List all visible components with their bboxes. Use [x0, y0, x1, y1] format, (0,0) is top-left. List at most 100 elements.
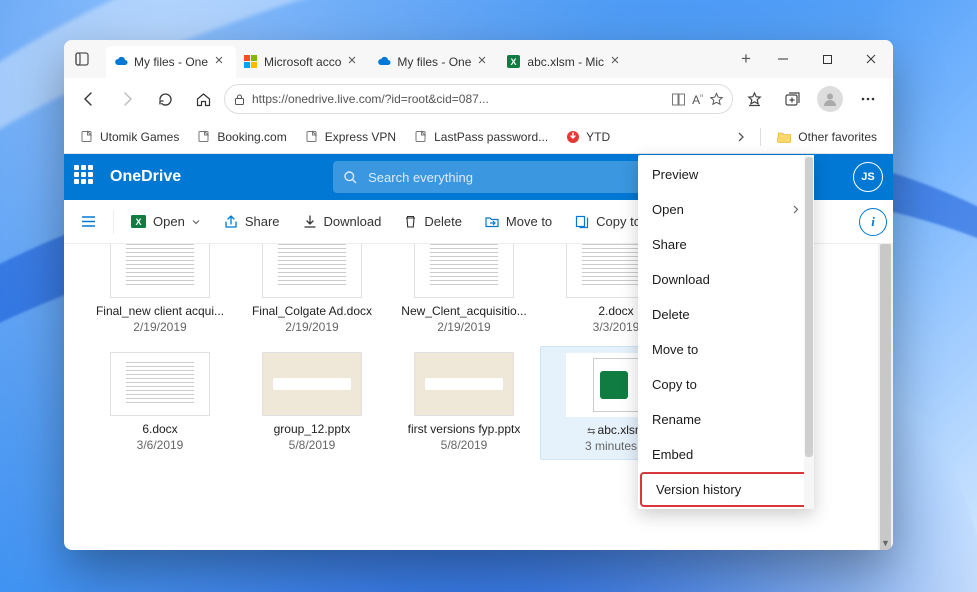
- bookmark-label: LastPass password...: [434, 130, 548, 144]
- search-icon: [343, 170, 358, 185]
- tab-favicon: [244, 55, 258, 69]
- browser-tab[interactable]: Microsoft acco: [236, 46, 369, 78]
- context-menu-item[interactable]: Embed: [638, 437, 814, 472]
- bookmark-item[interactable]: Express VPN: [297, 126, 404, 148]
- file-date: 2/19/2019: [437, 320, 490, 334]
- browser-toolbar: https://onedrive.live.com/?id=root&cid=0…: [64, 78, 893, 120]
- tab-title: My files - One: [397, 55, 471, 69]
- trash-icon: [403, 214, 418, 229]
- tab-favicon: X: [507, 55, 521, 69]
- bookmarks-overflow-button[interactable]: [730, 120, 752, 154]
- file-date: 5/8/2019: [289, 438, 336, 452]
- tab-close-icon[interactable]: [477, 55, 491, 69]
- file-item[interactable]: group_12.pptx5/8/2019: [236, 346, 388, 460]
- text-size-icon[interactable]: Aⁿ: [692, 92, 703, 107]
- browser-tab[interactable]: Xabc.xlsm - Mic: [499, 46, 632, 78]
- close-window-button[interactable]: [849, 40, 893, 78]
- refresh-button[interactable]: [148, 82, 182, 116]
- context-menu-item[interactable]: Share: [638, 227, 814, 262]
- context-menu-item[interactable]: Download: [638, 262, 814, 297]
- reader-icon[interactable]: [671, 92, 686, 107]
- more-button[interactable]: [851, 82, 885, 116]
- file-date: 3/6/2019: [137, 438, 184, 452]
- context-menu-label: Copy to: [652, 377, 697, 392]
- bookmark-icon: [305, 130, 319, 144]
- excel-icon: X: [130, 213, 147, 230]
- info-button[interactable]: i: [859, 208, 887, 236]
- forward-button[interactable]: [110, 82, 144, 116]
- file-item[interactable]: 6.docx3/6/2019: [84, 346, 236, 460]
- url-text: https://onedrive.live.com/?id=root&cid=0…: [252, 92, 665, 106]
- moveto-command[interactable]: Move to: [476, 210, 560, 234]
- context-menu-label: Move to: [652, 342, 698, 357]
- context-menu-item[interactable]: Version history: [640, 472, 812, 507]
- open-label: Open: [153, 214, 185, 229]
- bookmark-item[interactable]: YTD: [558, 126, 618, 148]
- tab-favicon: [377, 55, 391, 69]
- minimize-button[interactable]: [761, 40, 805, 78]
- tab-favicon: [114, 55, 128, 69]
- address-bar[interactable]: https://onedrive.live.com/?id=root&cid=0…: [224, 84, 733, 114]
- tab-actions-button[interactable]: [64, 40, 100, 78]
- moveto-icon: [484, 214, 500, 230]
- copyto-command[interactable]: Copy to: [566, 210, 649, 234]
- user-avatar[interactable]: JS: [853, 162, 883, 192]
- bookmark-item[interactable]: Booking.com: [189, 126, 294, 148]
- file-name: first versions fyp.pptx: [408, 422, 521, 436]
- collections-button[interactable]: [775, 82, 809, 116]
- bookmark-label: Booking.com: [217, 130, 286, 144]
- copyto-icon: [574, 214, 590, 230]
- context-menu-item[interactable]: Preview: [638, 157, 814, 192]
- back-button[interactable]: [72, 82, 106, 116]
- new-tab-button[interactable]: +: [731, 40, 761, 78]
- context-menu-item[interactable]: Rename: [638, 402, 814, 437]
- search-box[interactable]: [333, 161, 653, 193]
- context-menu-label: Open: [652, 202, 684, 217]
- browser-tab[interactable]: My files - One: [106, 46, 236, 78]
- download-command[interactable]: Download: [294, 210, 390, 234]
- file-date: 5/8/2019: [441, 438, 488, 452]
- maximize-button[interactable]: [805, 40, 849, 78]
- tab-close-icon[interactable]: [214, 55, 228, 69]
- tab-close-icon[interactable]: [347, 55, 361, 69]
- file-item[interactable]: first versions fyp.pptx 5/8/2019: [388, 346, 540, 460]
- app-launcher-icon[interactable]: [74, 165, 98, 189]
- bookmark-item[interactable]: Utomik Games: [72, 126, 187, 148]
- context-menu-scrollbar[interactable]: [804, 155, 814, 509]
- favorites-button[interactable]: [737, 82, 771, 116]
- context-menu-item[interactable]: Move to: [638, 332, 814, 367]
- context-menu-label: Delete: [652, 307, 690, 322]
- file-thumbnail: [262, 352, 362, 416]
- file-item[interactable]: Final_new client acqui...2/19/2019: [84, 244, 236, 340]
- window-controls: [761, 40, 893, 78]
- context-menu-item[interactable]: Open: [638, 192, 814, 227]
- profile-button[interactable]: [813, 82, 847, 116]
- share-command[interactable]: Share: [215, 210, 288, 234]
- search-input[interactable]: [366, 169, 643, 186]
- svg-text:X: X: [135, 217, 141, 227]
- context-menu-item[interactable]: Delete: [638, 297, 814, 332]
- file-item[interactable]: Final_Colgate Ad.docx2/19/2019: [236, 244, 388, 340]
- bookmark-label: Utomik Games: [100, 130, 179, 144]
- open-command[interactable]: X Open: [122, 209, 209, 234]
- tab-close-icon[interactable]: [610, 55, 624, 69]
- context-menu-label: Version history: [656, 482, 741, 497]
- context-menu-item[interactable]: Copy to: [638, 367, 814, 402]
- favorite-star-icon[interactable]: [709, 92, 724, 107]
- file-item[interactable]: New_Clent_acquisitio...2/19/2019: [388, 244, 540, 340]
- file-name: Final_Colgate Ad.docx: [252, 304, 372, 318]
- page-scrollbar[interactable]: ▲ ▼: [878, 244, 893, 550]
- home-button[interactable]: [186, 82, 220, 116]
- hamburger-button[interactable]: [72, 209, 105, 234]
- delete-command[interactable]: Delete: [395, 210, 470, 233]
- browser-tab[interactable]: My files - One: [369, 46, 499, 78]
- bookmark-label: YTD: [586, 130, 610, 144]
- other-favorites-folder[interactable]: Other favorites: [769, 125, 885, 148]
- tab-title: abc.xlsm - Mic: [527, 55, 604, 69]
- share-icon: [223, 214, 239, 230]
- file-context-menu: Preview Open Share Download Delete Move to Cop…: [638, 155, 814, 509]
- context-menu-label: Share: [652, 237, 687, 252]
- shared-icon: ⇆: [587, 426, 595, 437]
- bookmark-item[interactable]: LastPass password...: [406, 126, 556, 148]
- file-thumbnail: [110, 244, 210, 298]
